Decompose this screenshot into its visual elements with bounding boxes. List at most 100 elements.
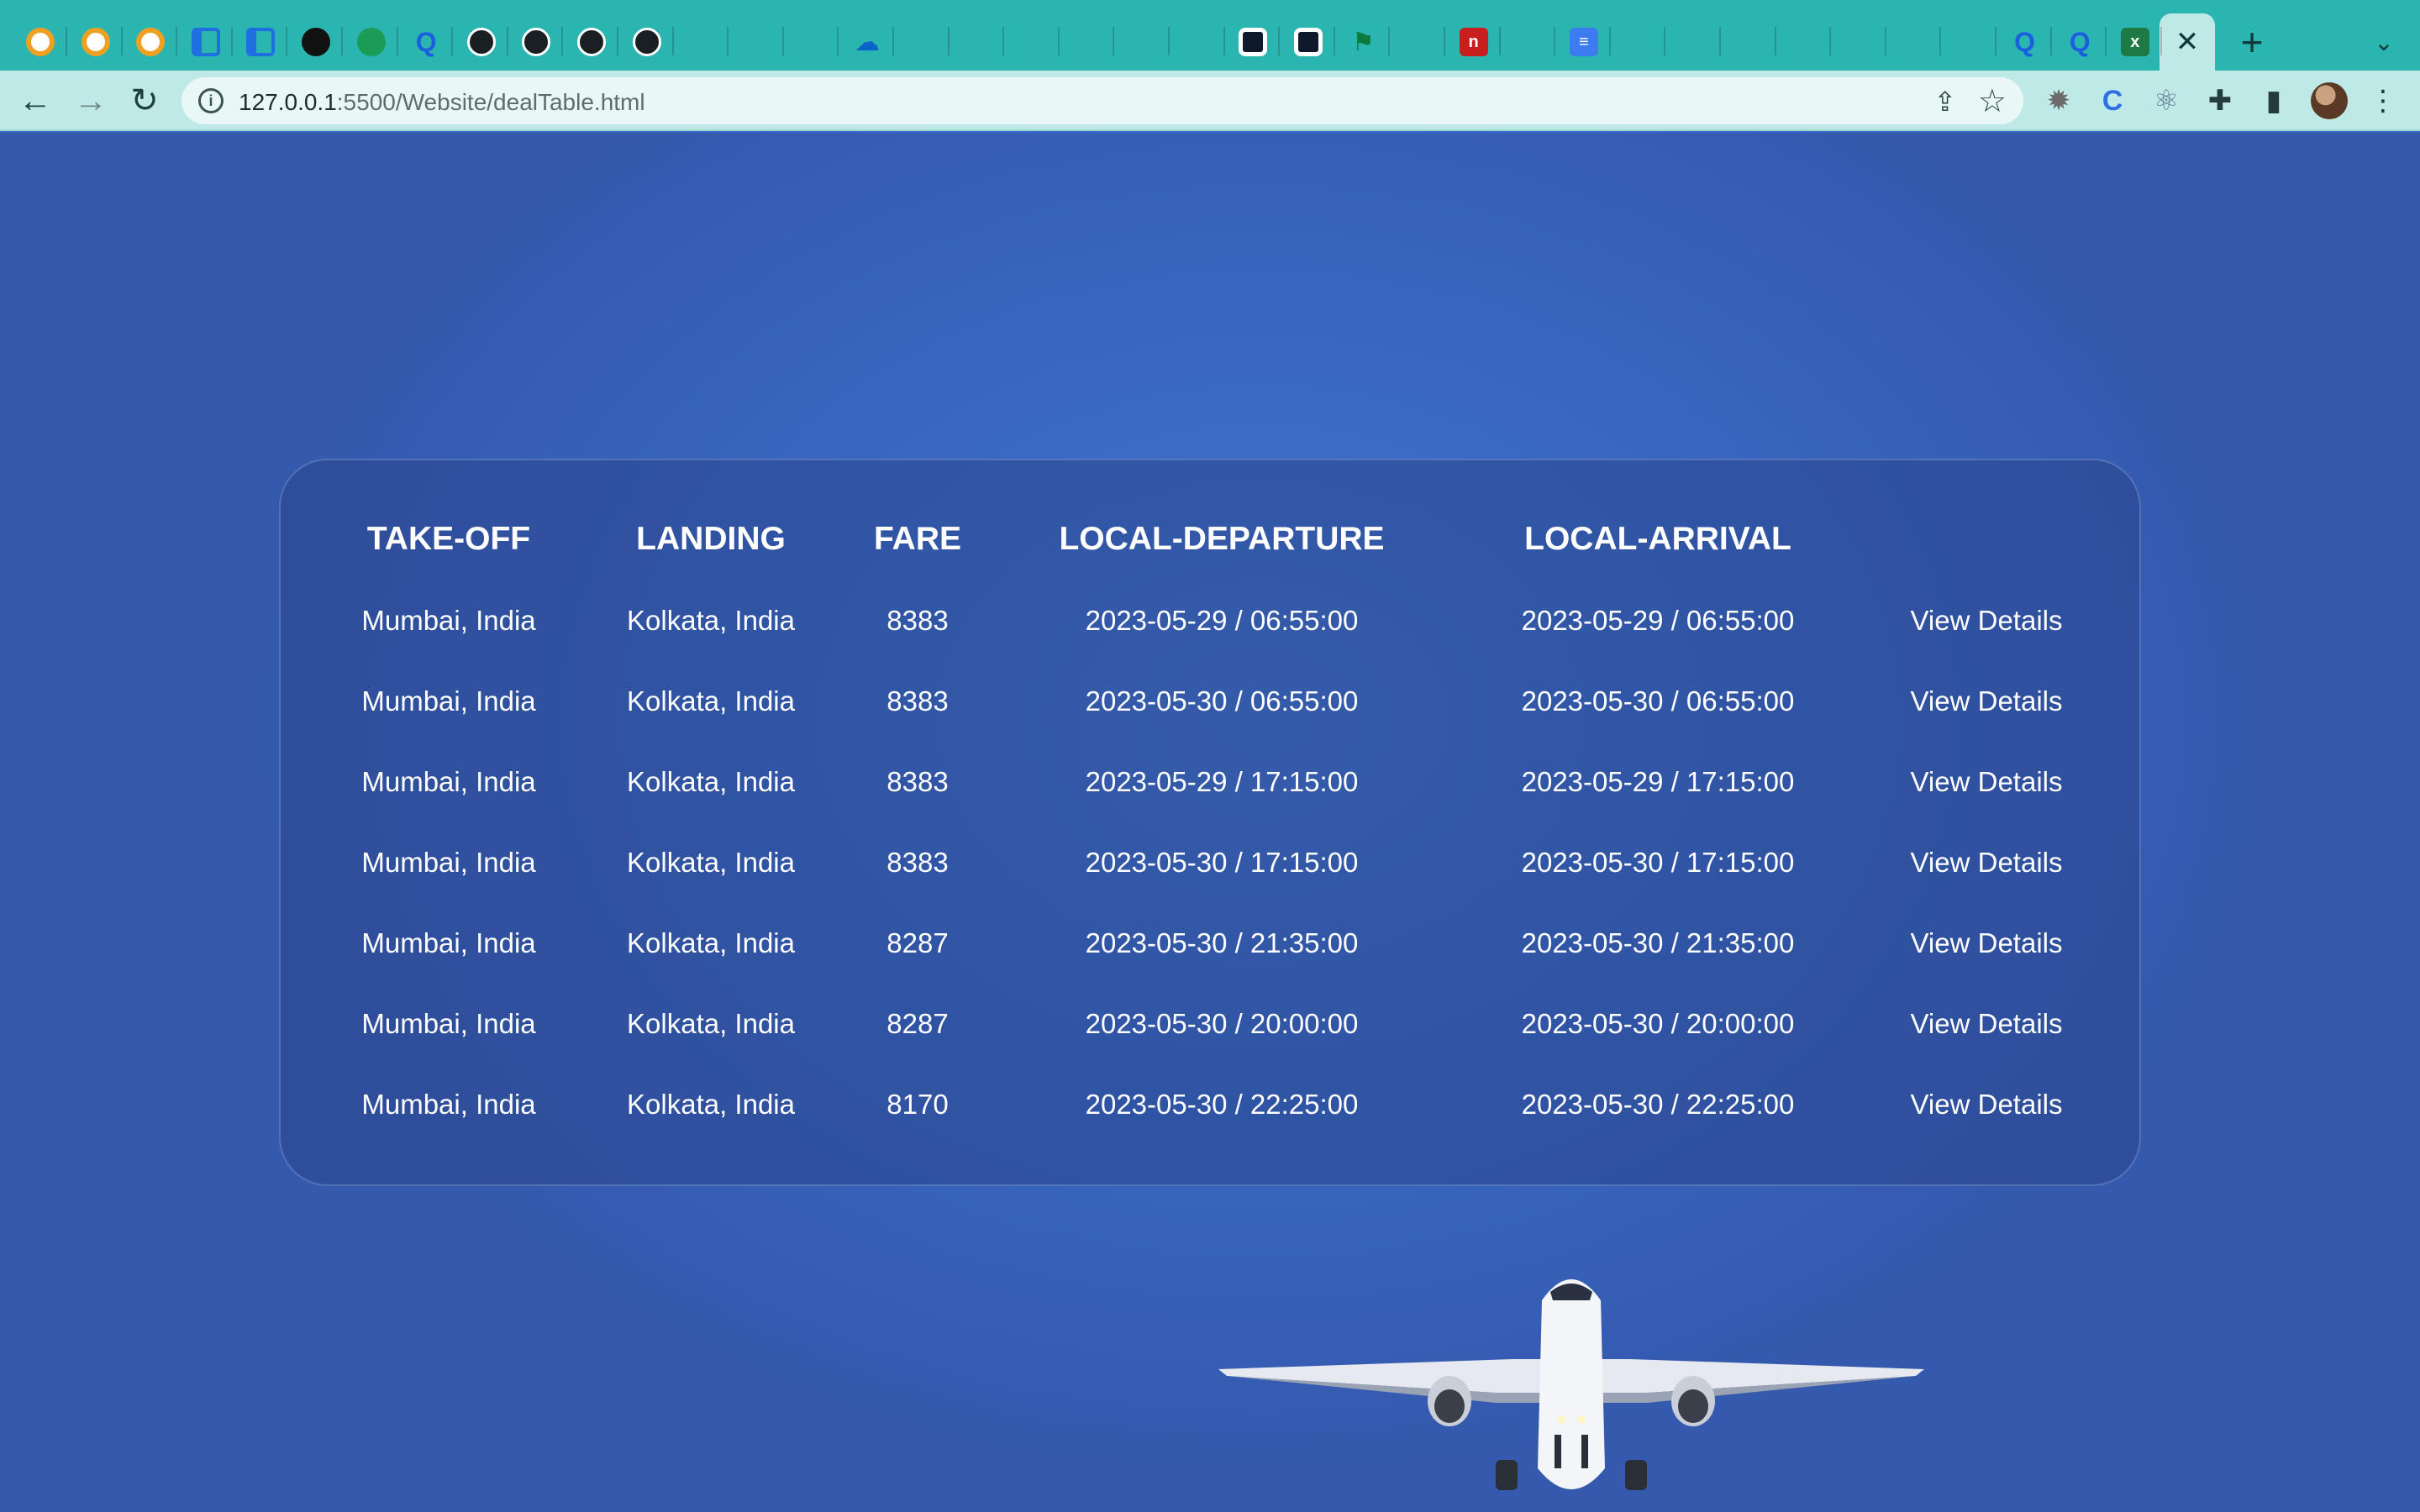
browser-tab[interactable] [1943,15,1996,69]
view-details-link[interactable]: View Details [1911,685,2063,717]
c-extension-icon[interactable]: C [2094,82,2131,119]
view-details-link[interactable]: View Details [1911,1008,2063,1040]
side-panel-icon[interactable]: ▮ [2255,82,2292,119]
cell-takeoff: Mumbai, India [361,766,536,797]
browser-tab[interactable] [455,15,508,69]
browser-tab[interactable] [896,15,950,69]
browser-tab[interactable] [179,15,233,69]
browser-tab[interactable] [565,15,618,69]
browser-tab[interactable]: ⚑ [1336,15,1391,69]
active-tab[interactable]: ✕ [2160,13,2215,71]
microsoft-icon [1075,29,1100,55]
close-tab-icon[interactable]: ✕ [2175,25,2200,59]
new-tab-button[interactable]: + [2228,20,2275,64]
green-app-icon [356,28,386,56]
tab-separator [120,27,123,55]
cell-landing: Kolkata, India [627,685,795,717]
tab-search-chevron-icon[interactable]: ⌄ [2363,22,2405,62]
cell-fare: 8287 [886,927,949,958]
tab-separator [671,27,674,55]
view-details-link[interactable]: View Details [1911,766,2063,798]
cell-landing: Kolkata, India [627,1089,795,1120]
cell-departure: 2023-05-29 / 17:15:00 [1085,766,1359,797]
openai-icon [302,28,330,56]
view-details-link[interactable]: View Details [1911,847,2063,879]
cell-departure: 2023-05-30 / 20:00:00 [1085,1008,1359,1039]
view-details-link[interactable]: View Details [1911,605,2063,637]
browser-tab[interactable] [1887,15,1942,69]
browser-tab[interactable] [620,15,674,69]
blue-q-icon: Q [2069,26,2091,57]
browser-tab[interactable] [1667,15,1721,69]
browser-tab[interactable] [124,15,178,69]
browser-tab[interactable] [950,15,1005,69]
tab-separator [1774,27,1776,55]
browser-tab[interactable] [675,15,729,69]
microsoft-icon [1791,29,1817,55]
view-details-link[interactable]: View Details [1911,927,2063,959]
cell-takeoff: Mumbai, India [361,1089,536,1120]
browser-tab[interactable]: ≡ [1557,15,1611,69]
browser-tab[interactable] [1502,15,1556,69]
cell-fare: 8383 [886,766,949,797]
tab-separator [727,27,729,55]
cell-fare: 8383 [886,605,949,636]
browser-tab[interactable]: Q [399,15,454,69]
browser-tab[interactable] [345,15,398,69]
bootstrap-icon [26,28,55,56]
bookmark-star-icon[interactable]: ☆ [1978,82,2007,120]
cell-arrival: 2023-05-30 / 21:35:00 [1521,927,1795,958]
header-fare: FARE [873,521,962,557]
browser-tab[interactable] [1116,15,1170,69]
browser-tab[interactable] [69,15,123,69]
browser-tab[interactable] [289,15,343,69]
tab-separator [396,27,398,55]
react-devtools-icon[interactable]: ⚛ [2148,82,2185,119]
browser-tab[interactable] [1723,15,1776,69]
share-icon[interactable]: ⇪ [1933,86,1956,118]
browser-tab[interactable]: Q [1998,15,2052,69]
browser-tab[interactable] [1060,15,1115,69]
header-local-arrival: LOCAL-ARRIVAL [1524,521,1791,557]
browser-tab[interactable]: n [1447,15,1501,69]
back-arrow-icon[interactable]: ← [13,79,57,123]
browser-tab[interactable] [1392,15,1445,69]
view-details-link[interactable]: View Details [1911,1089,2063,1121]
sidebar-panel-icon [191,28,220,56]
url-text[interactable]: 127.0.0.1:5500/Website/dealTable.html [239,89,645,116]
extensions-puzzle-icon[interactable]: ✚ [2202,82,2238,119]
browser-tab[interactable] [1281,15,1335,69]
browser-tab[interactable] [234,15,288,69]
browser-tab[interactable] [509,15,564,69]
microsoft-icon [1130,29,1155,55]
cell-arrival: 2023-05-30 / 22:25:00 [1521,1089,1795,1120]
microsoft-icon [1406,29,1431,55]
browser-tab[interactable]: x [2108,15,2162,69]
browser-tab[interactable] [1006,15,1060,69]
browser-tab[interactable] [1612,15,1666,69]
blue-q-icon: Q [2014,26,2036,57]
cell-takeoff: Mumbai, India [361,685,536,717]
browser-tab[interactable] [1777,15,1832,69]
site-info-icon[interactable]: i [198,88,224,113]
browser-tab[interactable] [1833,15,1886,69]
browser-tab[interactable]: ☁ [840,15,894,69]
reload-icon[interactable]: ↻ [123,79,166,123]
address-bar[interactable]: i 127.0.0.1:5500/Website/dealTable.html … [182,77,2023,124]
github-icon [466,28,496,56]
browser-tab[interactable]: Q [2053,15,2107,69]
microsoft-icon [1516,29,1541,55]
browser-tab[interactable] [785,15,839,69]
forward-arrow-icon[interactable]: → [69,79,113,123]
profile-avatar[interactable] [2311,82,2348,119]
bug-extension-icon[interactable]: ✹ [2040,82,2077,119]
kebab-menu-icon[interactable]: ⋮ [2365,82,2402,119]
browser-tab[interactable] [1171,15,1225,69]
cell-fare: 8170 [886,1089,949,1120]
tab-separator [1388,27,1391,55]
browser-tab[interactable] [13,15,67,69]
red-n-icon: n [1459,28,1488,56]
browser-tab[interactable] [1226,15,1281,69]
microsoft-icon [965,29,990,55]
browser-tab[interactable] [730,15,784,69]
